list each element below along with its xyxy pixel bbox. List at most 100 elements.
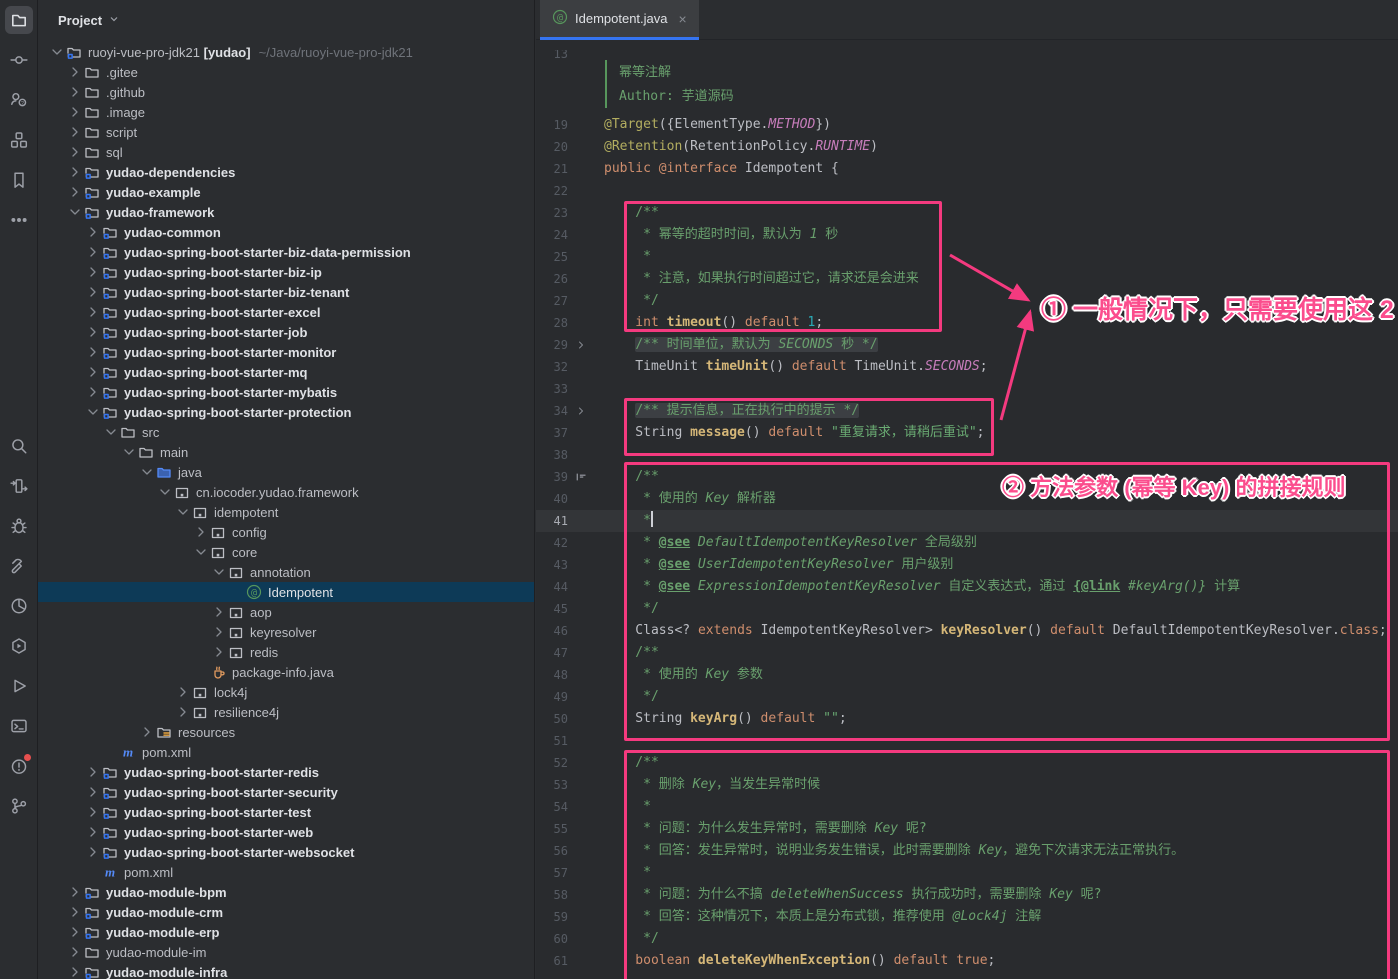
code-line-56[interactable]: 56 * 回答：发生异常时，说明业务发生错误，此时需要删除 Key，避免下次请求… — [536, 840, 1398, 862]
gutter-marker-icon[interactable] — [570, 466, 592, 488]
code-line-text[interactable]: Class<? extends IdempotentKeyResolver> k… — [592, 620, 1398, 642]
tree-item-script[interactable]: script — [38, 122, 534, 142]
tree-item-pom-xml[interactable]: mpom.xml — [38, 742, 534, 762]
tree-item-yudao-dependencies[interactable]: yudao-dependencies — [38, 162, 534, 182]
code-line-26[interactable]: 26 * 注意，如果执行时间超过它，请求还是会进来 — [536, 268, 1398, 290]
line-number[interactable]: 19 — [536, 114, 570, 136]
tree-item-yudao-spring-boot-starter-websocket[interactable]: yudao-spring-boot-starter-websocket — [38, 842, 534, 862]
code-line-text[interactable]: * 使用的 Key 解析器 — [592, 488, 1398, 510]
code-line-text[interactable]: boolean deleteKeyWhenException() default… — [592, 950, 1398, 972]
code-line-42[interactable]: 42 * @see DefaultIdempotentKeyResolver 全… — [536, 532, 1398, 554]
chevron-down-icon[interactable] — [192, 544, 209, 560]
structure-icon[interactable] — [5, 126, 33, 154]
terminal-icon[interactable] — [5, 712, 33, 740]
code-line-text[interactable]: * @see UserIdempotentKeyResolver 用户级别 — [592, 554, 1398, 576]
tree-item-pom-xml[interactable]: mpom.xml — [38, 862, 534, 882]
chevron-right-icon[interactable] — [84, 844, 101, 860]
code-line-21[interactable]: 21public @interface Idempotent { — [536, 158, 1398, 180]
tree-item-java[interactable]: java — [38, 462, 534, 482]
code-line-49[interactable]: 49 */ — [536, 686, 1398, 708]
tree-item-yudao-framework[interactable]: yudao-framework — [38, 202, 534, 222]
services-icon[interactable] — [5, 632, 33, 660]
code-line-text[interactable]: */ — [592, 598, 1398, 620]
tree-item--image[interactable]: .image — [38, 102, 534, 122]
line-number[interactable]: 29 — [536, 334, 570, 356]
line-number[interactable]: 27 — [536, 290, 570, 312]
code-line-61[interactable]: 61 boolean deleteKeyWhenException() defa… — [536, 950, 1398, 972]
chevron-right-icon[interactable] — [84, 244, 101, 260]
line-number[interactable]: 47 — [536, 642, 570, 664]
tree-item-yudao-spring-boot-starter-test[interactable]: yudao-spring-boot-starter-test — [38, 802, 534, 822]
chevron-down-icon[interactable] — [66, 204, 83, 220]
code-line-24[interactable]: 24 * 幂等的超时时间，默认为 1 秒 — [536, 224, 1398, 246]
chevron-right-icon[interactable] — [210, 604, 227, 620]
tree-item-src[interactable]: src — [38, 422, 534, 442]
code-line-text[interactable]: * 回答：这种情况下，本质上是分布式锁，推荐使用 @Lock4j 注解 — [592, 906, 1398, 928]
code-line-46[interactable]: 46 Class<? extends IdempotentKeyResolver… — [536, 620, 1398, 642]
code-editor[interactable]: 19@Target({ElementType.METHOD})20@Retent… — [536, 40, 1398, 979]
chevron-down-icon[interactable] — [48, 44, 65, 60]
code-line-text[interactable]: * @see ExpressionIdempotentKeyResolver 自… — [592, 576, 1398, 598]
code-line-text[interactable]: * 问题：为什么不搞 deleteWhenSuccess 执行成功时，需要删除 … — [592, 884, 1398, 906]
chevron-right-icon[interactable] — [84, 224, 101, 240]
code-line-34[interactable]: 34 /** 提示信息，正在执行中的提示 */ — [536, 400, 1398, 422]
chevron-right-icon[interactable] — [66, 164, 83, 180]
code-line-23[interactable]: 23 /** — [536, 202, 1398, 224]
line-number[interactable]: 48 — [536, 664, 570, 686]
code-line-27[interactable]: 27 */ — [536, 290, 1398, 312]
folded-comment[interactable]: /** 提示信息，正在执行中的提示 */ — [635, 403, 859, 418]
line-number[interactable]: 55 — [536, 818, 570, 840]
code-line-32[interactable]: 32 TimeUnit timeUnit() default TimeUnit.… — [536, 356, 1398, 378]
chevron-right-icon[interactable] — [84, 344, 101, 360]
chevron-right-icon[interactable] — [66, 904, 83, 920]
code-line-text[interactable]: /** — [592, 202, 1398, 224]
tree-item-lock4j[interactable]: lock4j — [38, 682, 534, 702]
line-number[interactable]: 22 — [536, 180, 570, 202]
tree-item-package-info-java[interactable]: package-info.java — [38, 662, 534, 682]
pull-requests-icon[interactable]: ? — [5, 86, 33, 114]
tab-idempotent-java[interactable]: @ Idempotent.java × — [540, 0, 699, 40]
chevron-down-icon[interactable] — [120, 444, 137, 460]
tree-item-yudao-spring-boot-starter-monitor[interactable]: yudao-spring-boot-starter-monitor — [38, 342, 534, 362]
line-number[interactable]: 54 — [536, 796, 570, 818]
code-line-59[interactable]: 59 * 回答：这种情况下，本质上是分布式锁，推荐使用 @Lock4j 注解 — [536, 906, 1398, 928]
code-line-text[interactable]: */ — [592, 686, 1398, 708]
chevron-right-icon[interactable] — [174, 704, 191, 720]
chevron-right-icon[interactable] — [66, 124, 83, 140]
tree-item-yudao-common[interactable]: yudao-common — [38, 222, 534, 242]
line-number[interactable]: 24 — [536, 224, 570, 246]
code-line-48[interactable]: 48 * 使用的 Key 参数 — [536, 664, 1398, 686]
tree-item-yudao-spring-boot-starter-mq[interactable]: yudao-spring-boot-starter-mq — [38, 362, 534, 382]
tab-close-icon[interactable]: × — [679, 11, 687, 27]
line-number[interactable]: 60 — [536, 928, 570, 950]
chevron-down-icon[interactable] — [84, 404, 101, 420]
flow-icon[interactable] — [5, 472, 33, 500]
chevron-right-icon[interactable] — [84, 764, 101, 780]
code-line-text[interactable]: */ — [592, 928, 1398, 950]
tree-item-yudao-example[interactable]: yudao-example — [38, 182, 534, 202]
code-line-text[interactable]: * @see DefaultIdempotentKeyResolver 全局级别 — [592, 532, 1398, 554]
tree-item-main[interactable]: main — [38, 442, 534, 462]
tree-item-yudao-spring-boot-starter-security[interactable]: yudao-spring-boot-starter-security — [38, 782, 534, 802]
line-number[interactable]: 33 — [536, 378, 570, 400]
line-number[interactable]: 40 — [536, 488, 570, 510]
chevron-right-icon[interactable] — [210, 644, 227, 660]
code-line-text[interactable]: /** — [592, 752, 1398, 774]
code-line-text[interactable]: int timeout() default 1; — [592, 312, 1398, 334]
chevron-right-icon[interactable] — [84, 324, 101, 340]
bookmarks-icon[interactable] — [5, 166, 33, 194]
chevron-down-icon[interactable] — [174, 504, 191, 520]
tree-item-resilience4j[interactable]: resilience4j — [38, 702, 534, 722]
code-line-text[interactable]: @Retention(RetentionPolicy.RUNTIME) — [592, 136, 1398, 158]
line-number[interactable]: 41 — [536, 510, 570, 532]
chevron-down-icon[interactable] — [156, 484, 173, 500]
line-number[interactable]: 28 — [536, 312, 570, 334]
chevron-right-icon[interactable] — [66, 964, 83, 979]
chevron-right-icon[interactable] — [66, 64, 83, 80]
line-number[interactable]: 61 — [536, 950, 570, 972]
chevron-right-icon[interactable] — [84, 824, 101, 840]
code-line-text[interactable]: public @interface Idempotent { — [592, 158, 1398, 180]
line-number[interactable]: 32 — [536, 356, 570, 378]
line-number[interactable]: 58 — [536, 884, 570, 906]
code-line-text[interactable]: /** — [592, 466, 1398, 488]
